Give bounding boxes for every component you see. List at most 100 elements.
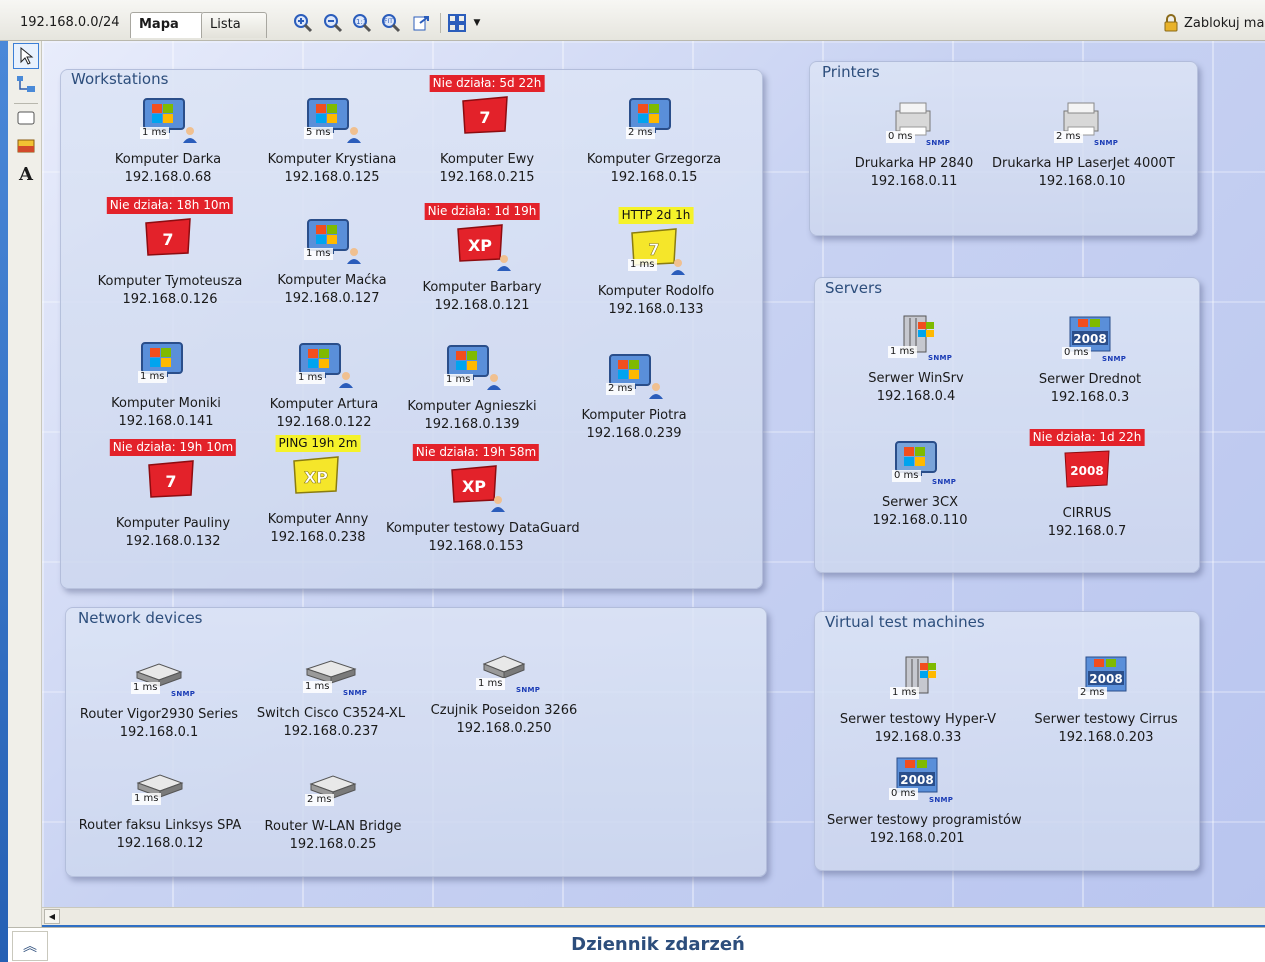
device-ip: 192.168.0.12 [116, 836, 204, 851]
svg-text:7: 7 [648, 240, 659, 259]
sensor-icon: 1 ms SNMP [472, 644, 540, 702]
svg-text:2008: 2008 [900, 773, 933, 787]
response-time: 1 ms [131, 682, 160, 694]
device-node[interactable]: 1 ms Router faksu Linksys SPA 192.168.0.12 [70, 759, 250, 853]
device-node[interactable]: 2008 0 ms SNMP Serwer Drednot 192.168.0.3 [1000, 313, 1180, 407]
svg-text:XP: XP [462, 477, 486, 496]
status-badge: HTTP 2d 1h [618, 207, 694, 224]
device-node[interactable]: 5 ms Komputer Krystiana 192.168.0.125 [242, 93, 422, 187]
device-node[interactable]: Nie działa: 19h 58m XP Komputer testowy D… [386, 444, 580, 556]
device-name: Komputer Piotra [581, 408, 687, 423]
network-map[interactable]: Workstations Printers Servers Network de… [42, 41, 1265, 907]
device-node[interactable]: 2008 2 ms Serwer testowy Cirrus 192.168.0.2… [1016, 653, 1196, 747]
status-badge: Nie działa: 1d 22h [1029, 429, 1145, 446]
win7-warn-user-icon: 71 ms [624, 225, 688, 283]
zoom-in-button[interactable] [292, 12, 314, 34]
rectangle-tool[interactable] [13, 105, 39, 131]
device-name: Serwer testowy Cirrus [1034, 712, 1178, 727]
snmp-label: SNMP [516, 686, 541, 694]
event-log-title[interactable]: Dziennik zdarzeń [8, 934, 1265, 955]
device-name: Serwer testowy Hyper-V [839, 712, 997, 727]
response-time: 1 ms [628, 259, 657, 271]
device-name: Drukarka HP LaserJet 4000T [992, 156, 1175, 171]
device-node[interactable]: 1 ms Komputer Moniki 192.168.0.141 [76, 337, 256, 431]
device-node[interactable]: 1 ms Komputer Agnieszki 192.168.0.139 [382, 340, 562, 434]
device-node[interactable]: 1 ms SNMP Czujnik Poseidon 3266 192.168.0.2… [414, 644, 594, 738]
device-node[interactable]: 1 ms SNMP Switch Cisco C3524-XL 192.168.0.2… [241, 647, 421, 741]
device-name: Drukarka HP 2840 [854, 156, 974, 171]
dropdown-arrow-icon: ▼ [473, 18, 481, 28]
export-button[interactable] [410, 12, 432, 34]
select-tool[interactable] [13, 43, 39, 69]
device-node[interactable]: Nie działa: 5d 22h 7 Komputer Ewy 192.168.… [397, 75, 577, 187]
tab-list[interactable]: Lista [201, 12, 267, 38]
device-node[interactable]: 2 ms SNMP Drukarka HP LaserJet 4000T 192.16… [992, 97, 1175, 191]
device-ip: 192.168.0.126 [122, 292, 218, 307]
window-edge [0, 41, 8, 962]
image-icon [17, 139, 35, 153]
device-node[interactable]: 1 ms Serwer testowy Hyper-V 192.168.0.33 [828, 653, 1008, 747]
status-badge: Nie działa: 5d 22h [429, 75, 545, 92]
device-name: Komputer Ewy [439, 152, 535, 167]
device-name: Router Vigor2930 Series [79, 707, 239, 722]
device-node[interactable]: Nie działa: 18h 10m 7 Komputer Tymoteusza… [80, 197, 260, 309]
horizontal-scrollbar[interactable]: ◀ [42, 907, 1265, 925]
device-name: Komputer Grzegorza [586, 152, 722, 167]
zoom-actual-button[interactable]: 1:1 [351, 12, 373, 34]
response-time: 2 ms [305, 794, 334, 806]
server-2008-icon: 2008 2 ms [1074, 653, 1138, 711]
device-node[interactable]: 2 ms Komputer Piotra 192.168.0.239 [544, 349, 724, 443]
response-time: 1 ms [476, 678, 505, 690]
win7-user-icon: 1 ms [440, 340, 504, 398]
scroll-left-button[interactable]: ◀ [44, 909, 60, 924]
win7-down-icon: 7 [455, 93, 519, 151]
layout-dropdown[interactable]: ▼ [470, 12, 484, 34]
device-node[interactable]: PING 19h 2m XP Komputer Anny 192.168.0.238 [228, 435, 408, 547]
device-ip: 192.168.0.215 [439, 170, 535, 185]
connect-tool[interactable] [13, 71, 39, 97]
winxp-warn-icon: XP [286, 453, 350, 511]
zoom-out-button[interactable] [322, 12, 344, 34]
svg-text:FIT: FIT [384, 18, 393, 25]
win7-down-icon: 7 [138, 215, 202, 273]
device-node[interactable]: Nie działa: 1d 22h 2008 CIRRUS 192.168.0.7 [997, 429, 1177, 541]
response-time: 2 ms [1054, 131, 1083, 143]
zoom-fit-button[interactable]: FIT [380, 12, 402, 34]
image-tool[interactable] [13, 133, 39, 159]
text-tool[interactable]: A [13, 161, 39, 187]
device-name: Komputer Anny [267, 512, 369, 527]
device-ip: 192.168.0.1 [119, 725, 199, 740]
device-node[interactable]: Nie działa: 1d 19h XP Komputer Barbary 192… [392, 203, 572, 315]
device-node[interactable]: 1 ms Komputer Darka 192.168.0.68 [78, 93, 258, 187]
device-ip: 192.168.0.11 [870, 174, 958, 189]
group-title: Servers [825, 279, 883, 297]
device-node[interactable]: 2 ms Komputer Grzegorza 192.168.0.15 [564, 93, 744, 187]
device-node[interactable]: HTTP 2d 1h 71 ms Komputer Rodolfo 192.168.… [566, 207, 746, 319]
device-name: Komputer testowy DataGuard [386, 521, 580, 536]
group-title: Printers [822, 63, 880, 81]
layout-button[interactable] [446, 12, 468, 34]
snmp-label: SNMP [1094, 139, 1119, 147]
device-node[interactable]: 1 ms SNMP Serwer WinSrv 192.168.0.4 [826, 312, 1006, 406]
router-icon: 1 ms [128, 759, 192, 817]
device-ip: 192.168.0.10 [1038, 174, 1126, 189]
status-badge: Nie działa: 19h 10m [109, 439, 237, 456]
win7-down-icon: 7 [141, 457, 205, 515]
device-name: Serwer WinSrv [868, 371, 964, 386]
device-node[interactable]: 1 ms SNMP Router Vigor2930 Series 192.168.0… [69, 648, 249, 742]
device-node[interactable]: 0 ms SNMP Serwer 3CX 192.168.0.110 [830, 436, 1010, 530]
win7-user-icon: 5 ms [300, 93, 364, 151]
snmp-label: SNMP [928, 354, 953, 362]
router-icon: 2 ms [301, 760, 365, 818]
device-node[interactable]: 0 ms SNMP Drukarka HP 2840 192.168.0.11 [824, 97, 1004, 191]
printer-icon: 2 ms SNMP [1050, 97, 1118, 155]
tool-palette: A [8, 41, 42, 927]
device-ip: 192.168.0.125 [284, 170, 380, 185]
device-name: Serwer testowy programistów [827, 813, 1022, 828]
lock-map-button[interactable]: Zablokuj map [1163, 14, 1265, 32]
device-node[interactable]: 2 ms Router W-LAN Bridge 192.168.0.25 [243, 760, 423, 854]
tab-map[interactable]: Mapa [130, 12, 204, 38]
device-node[interactable]: 2008 0 ms SNMP Serwer testowy programistów 1… [827, 754, 1022, 848]
response-time: 1 ms [140, 127, 169, 139]
zoom-fit-icon: FIT [382, 14, 401, 33]
